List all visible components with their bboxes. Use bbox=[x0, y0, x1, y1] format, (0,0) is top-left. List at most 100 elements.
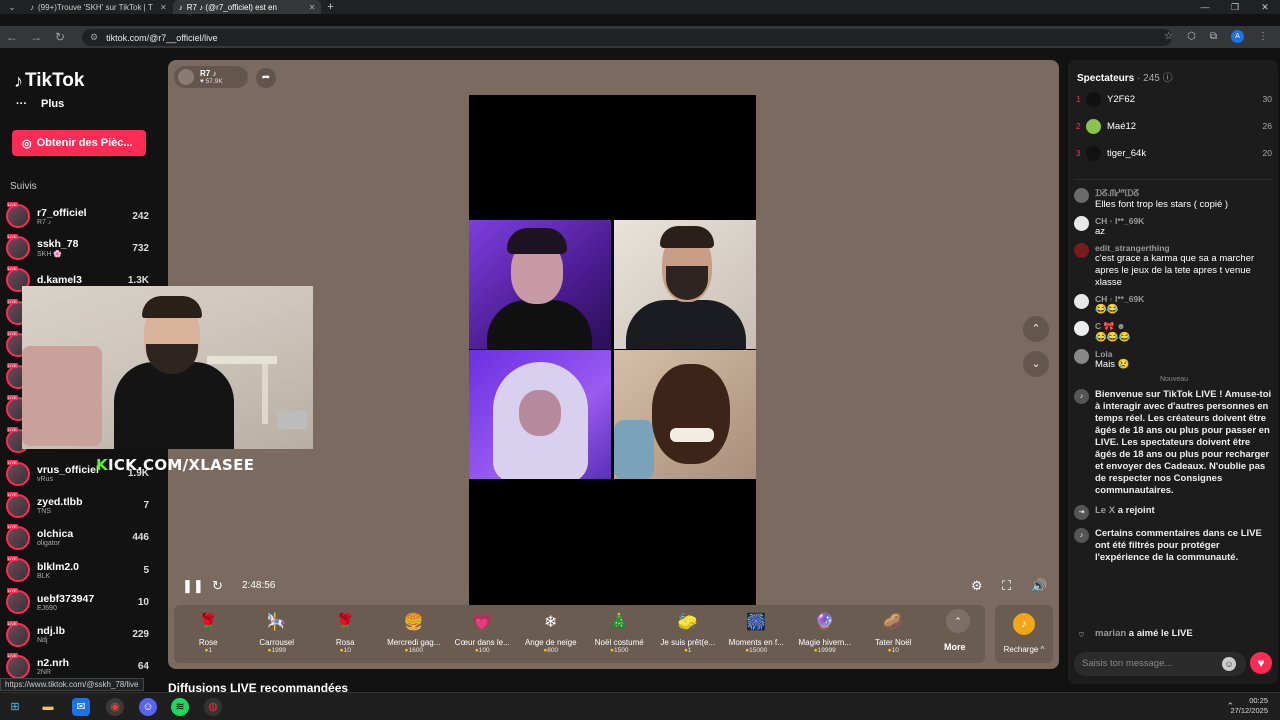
minimize-icon[interactable]: — bbox=[1190, 0, 1220, 14]
reload-icon[interactable]: ↻ bbox=[48, 30, 72, 44]
chat-message: Lola Mais 😢 bbox=[1074, 349, 1274, 371]
discord-icon[interactable]: ☺ bbox=[139, 698, 157, 716]
gift-item[interactable]: 💗 Cœur dans le... ●100 bbox=[448, 611, 517, 654]
host-info[interactable]: R7 ♪ ♥ 57.9K bbox=[174, 66, 248, 88]
gift-more-button[interactable]: More bbox=[944, 642, 966, 652]
chat-username[interactable]: Lola bbox=[1095, 349, 1130, 359]
more-menu[interactable]: ··· Plus bbox=[16, 98, 64, 110]
clock[interactable]: 00:25 27/12/2025 bbox=[1230, 696, 1268, 716]
top-spectator[interactable]: 3 tiger_64k 20 bbox=[1076, 142, 1272, 164]
fullscreen-icon[interactable]: ⛶ bbox=[1002, 578, 1011, 594]
close-tab-icon[interactable]: ✕ bbox=[309, 3, 316, 12]
maximize-icon[interactable]: ❐ bbox=[1220, 0, 1250, 14]
get-coins-button[interactable]: ◎ Obtenir des Pièc... bbox=[12, 130, 146, 156]
back-icon[interactable]: ← bbox=[0, 30, 24, 44]
following-avatar: LIVE bbox=[6, 491, 30, 518]
obs-icon[interactable]: ◍ bbox=[204, 698, 222, 716]
chat-username[interactable]: CH ◦ I**_69K bbox=[1095, 294, 1144, 304]
gift-item[interactable]: 🌹 Rose ●1 bbox=[174, 611, 243, 654]
pause-icon[interactable]: ❚❚ bbox=[182, 578, 204, 594]
extension-icon[interactable]: ⬡ bbox=[1187, 31, 1196, 42]
forward-icon[interactable]: → bbox=[24, 30, 48, 44]
gift-price: 100 bbox=[478, 647, 490, 654]
gift-item[interactable]: 🔮 Magie hivern... ●19999 bbox=[791, 611, 860, 654]
emoji-icon[interactable]: ☺ bbox=[1222, 657, 1236, 671]
chat-placeholder: Saisis ton message... bbox=[1082, 658, 1173, 669]
gift-item[interactable]: 🧽 Je suis prêt(e... ●1 bbox=[654, 611, 723, 654]
following-name: ndj.lb bbox=[37, 625, 65, 638]
chat-username[interactable]: ᗪᘔ.ᗰᓰᘉᗪᘔ bbox=[1095, 188, 1228, 199]
gift-price: 1 bbox=[687, 647, 692, 654]
mail-app-icon[interactable]: ✉ bbox=[72, 698, 90, 716]
volume-icon[interactable]: 🔊 bbox=[1031, 578, 1047, 594]
tab-search-icon[interactable]: ⌄ bbox=[0, 2, 24, 13]
spotify-icon[interactable]: ≋ bbox=[171, 698, 189, 716]
spectators-header[interactable]: Spectateurs · 245 ⓘ bbox=[1077, 69, 1173, 84]
chat-username[interactable]: CH ◦ I**_69K bbox=[1095, 216, 1144, 226]
url-field[interactable]: ⚙ tiktok.com/@r7__officiel/live bbox=[82, 29, 1172, 46]
settings-gear-icon[interactable]: ⚙ bbox=[971, 578, 983, 594]
previous-live-icon[interactable]: ⌃ bbox=[1023, 316, 1049, 342]
joined-text: a rejoint bbox=[1117, 505, 1155, 516]
like-heart-button[interactable]: ♥ bbox=[1250, 652, 1272, 674]
following-avatar: LIVE bbox=[6, 202, 30, 229]
gift-expand-icon[interactable]: ⌃ bbox=[946, 609, 970, 633]
gift-item[interactable]: 🥔 Tater Noël ●10 bbox=[859, 611, 928, 654]
tiktok-logo[interactable]: ♪ TikTok bbox=[14, 70, 84, 92]
bookmark-star-icon[interactable]: ☆ bbox=[1164, 31, 1173, 42]
share-icon[interactable]: ➦ bbox=[256, 68, 276, 88]
chat-avatar[interactable] bbox=[1074, 188, 1089, 203]
close-tab-icon[interactable]: ✕ bbox=[160, 3, 167, 12]
joined-user[interactable]: Le X bbox=[1095, 505, 1115, 516]
file-explorer-icon[interactable]: ▬ bbox=[39, 698, 57, 716]
site-info-icon[interactable]: ⚙ bbox=[90, 32, 98, 43]
gift-item[interactable]: ❄ Ange de neige ●800 bbox=[517, 611, 586, 654]
chat-message: ᗪᘔ.ᗰᓰᘉᗪᘔ Elles font trop les stars ( copi… bbox=[1074, 188, 1274, 211]
browser-tab-1[interactable]: ♪ (99+)Trouve 'SKH' sur TikTok | T ✕ bbox=[24, 0, 173, 14]
window-close-icon[interactable]: ✕ bbox=[1250, 0, 1280, 14]
profile-avatar[interactable]: A bbox=[1231, 30, 1244, 43]
refresh-icon[interactable]: ↻ bbox=[212, 578, 223, 594]
chat-input[interactable]: Saisis ton message... ☺ bbox=[1074, 652, 1246, 676]
following-item[interactable]: LIVE ndj.lb Ndj 229 bbox=[6, 618, 156, 650]
chat-avatar[interactable] bbox=[1074, 294, 1089, 309]
new-tab-icon[interactable]: + bbox=[327, 1, 333, 13]
following-item[interactable]: LIVE r7_officiel R7 ♪ 242 bbox=[6, 200, 156, 232]
gift-name: Magie hivern... bbox=[798, 638, 851, 647]
windows-start-icon[interactable]: ⊞ bbox=[6, 698, 24, 716]
gift-item[interactable]: 🎆 Moments en f... ●15000 bbox=[722, 611, 791, 654]
chat-avatar[interactable] bbox=[1074, 216, 1089, 231]
gift-item[interactable]: 🍔 Mercredi gag... ●1600 bbox=[380, 611, 449, 654]
live-badge: LIVE bbox=[7, 363, 18, 369]
like-user[interactable]: marian bbox=[1095, 628, 1126, 639]
extensions-puzzle-icon[interactable]: ⧉ bbox=[1210, 31, 1217, 42]
host-avatar[interactable] bbox=[178, 69, 194, 85]
top-spectator[interactable]: 1 Y2F62 30 bbox=[1076, 88, 1272, 110]
recharge-button[interactable]: ♪ Recharge ^ bbox=[995, 605, 1053, 663]
tiktok-favicon-icon: ♪ bbox=[178, 2, 183, 12]
chat-text: Mais 😢 bbox=[1095, 359, 1130, 370]
top-spectator[interactable]: 2 Maé12 26 bbox=[1076, 115, 1272, 137]
gift-icon: 🎠 bbox=[266, 614, 287, 631]
live-video[interactable] bbox=[469, 95, 756, 605]
gift-item[interactable]: 🎄 Noël costumé ●1500 bbox=[585, 611, 654, 654]
next-live-icon[interactable]: ⌄ bbox=[1023, 351, 1049, 377]
chat-username[interactable]: C 🎀 ☻ bbox=[1095, 321, 1131, 332]
info-icon[interactable]: ⓘ bbox=[1163, 73, 1173, 84]
chat-avatar[interactable] bbox=[1074, 243, 1089, 258]
chat-avatar[interactable] bbox=[1074, 349, 1089, 364]
chat-username[interactable]: edit_strangerthing bbox=[1095, 243, 1274, 253]
following-item[interactable]: LIVE zyed.tlbb TNS 7 bbox=[6, 490, 156, 522]
chrome-icon[interactable]: ◉ bbox=[106, 698, 124, 716]
following-name: zyed.tlbb bbox=[37, 496, 83, 509]
menu-dots-icon[interactable]: ⋮ bbox=[1258, 31, 1268, 42]
chat-avatar[interactable] bbox=[1074, 321, 1089, 336]
following-item[interactable]: LIVE sskh_78 SKH 🌸 732 bbox=[6, 232, 156, 264]
following-item[interactable]: LIVE olchica oligator 446 bbox=[6, 522, 156, 554]
browser-tab-2[interactable]: ♪ R7 ♪ (@r7_officiel) est en ✕ bbox=[172, 0, 322, 14]
gift-icon: 🍔 bbox=[403, 614, 424, 631]
gift-item[interactable]: 🌹 Rosa ●10 bbox=[311, 611, 380, 654]
following-item[interactable]: LIVE uebf373947 EJ690 10 bbox=[6, 586, 156, 618]
gift-item[interactable]: 🎠 Carrousel ●1999 bbox=[243, 611, 312, 654]
following-item[interactable]: LIVE blklm2.0 BLK 5 bbox=[6, 554, 156, 586]
